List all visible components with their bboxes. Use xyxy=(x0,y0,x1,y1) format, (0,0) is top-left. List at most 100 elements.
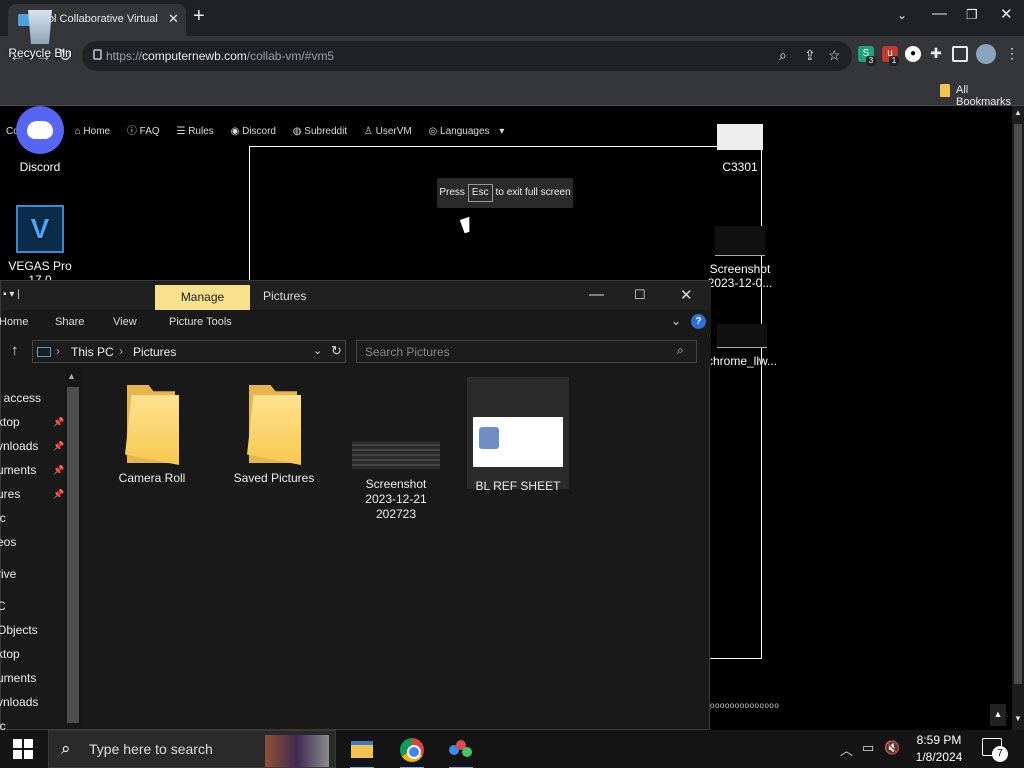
up-arrow-icon[interactable]: ↑ xyxy=(11,342,19,359)
page-scrollbar[interactable]: ▲ ▼ xyxy=(1012,106,1024,730)
extension-ghost-icon[interactable]: ● xyxy=(905,46,921,62)
taskbar-people-app[interactable] xyxy=(443,734,479,768)
search-highlight-icon[interactable] xyxy=(265,735,329,767)
zoom-icon[interactable]: ⌕ xyxy=(779,47,787,64)
tab-close-icon[interactable]: ✕ xyxy=(168,11,179,27)
nav-languages[interactable]: ◎ Languages ▾ xyxy=(429,126,505,137)
file-name: Screenshot 2023-12-21 202723 xyxy=(365,477,427,521)
clock-time: 8:59 PM xyxy=(916,733,962,747)
minimize-icon[interactable]: — xyxy=(932,5,947,22)
windows-start-icon[interactable] xyxy=(13,739,33,759)
taskbar-chrome[interactable] xyxy=(394,734,430,768)
nav-item-documents[interactable]: uments xyxy=(0,671,36,685)
extensions-puzzle-icon[interactable]: ✚ xyxy=(928,45,944,61)
maximize-icon[interactable]: ☐ xyxy=(634,287,646,303)
quick-access-toolbar-icon[interactable]: ▪ ▾ | xyxy=(3,289,20,300)
close-window-icon[interactable]: ✕ xyxy=(1000,5,1013,23)
file-item-bl-ref-sheet[interactable]: BL REF SHEET xyxy=(467,377,569,493)
pin-icon: 📌 xyxy=(53,417,65,427)
nav-discord[interactable]: ◉ Discord xyxy=(231,126,283,137)
tab-manage[interactable]: Manage xyxy=(155,285,250,310)
network-icon[interactable]: ▭ xyxy=(862,740,874,756)
lock-icon[interactable] xyxy=(93,49,102,60)
chevron-up-icon[interactable]: ︿ xyxy=(840,740,853,759)
explorer-search-input[interactable]: Search Pictures ⌕ xyxy=(356,340,697,363)
nav-home[interactable]: ⌂ Home xyxy=(75,126,118,137)
nav-item-pictures[interactable]: ures xyxy=(0,487,20,501)
desktop-icon-vegas-pro[interactable]: V VEGAS Pro 17.0 xyxy=(0,205,80,287)
new-tab-icon[interactable]: + xyxy=(193,5,205,28)
nav-item-documents[interactable]: uments xyxy=(0,463,36,477)
nav-item-downloads[interactable]: vnloads xyxy=(0,695,38,709)
nav-item-desktop[interactable]: ktop xyxy=(0,647,20,661)
nav-item-desktop[interactable]: ktop xyxy=(0,415,20,429)
tab-share[interactable]: Share xyxy=(55,316,84,328)
desktop-icon-discord[interactable]: Discord xyxy=(0,106,80,174)
nav-item-3d-objects[interactable]: Objects xyxy=(0,623,38,637)
desktop-icon-recycle-bin[interactable]: Recycle Bin xyxy=(0,10,80,60)
tab-picture-tools[interactable]: Picture Tools xyxy=(169,316,232,328)
scroll-thumb[interactable] xyxy=(1014,124,1022,684)
scroll-up-button[interactable]: ▲ xyxy=(990,704,1006,726)
nav-scrollbar[interactable]: ▲ xyxy=(65,369,81,727)
tab-search-icon[interactable]: ⌄ xyxy=(897,8,907,22)
close-icon[interactable]: ✕ xyxy=(680,286,693,304)
taskbar-file-explorer[interactable] xyxy=(344,734,380,768)
refresh-icon[interactable]: ↻ xyxy=(331,343,342,359)
nav-rules[interactable]: ☰ Rules xyxy=(176,126,220,137)
all-bookmarks-link[interactable]: All Bookmarks xyxy=(956,84,1024,108)
taskbar-clock[interactable]: 8:59 PM 1/8/2024 xyxy=(906,732,972,766)
breadcrumb-this-pc[interactable]: This PC xyxy=(71,345,114,359)
nav-item-downloads[interactable]: vnloads xyxy=(0,439,38,453)
window-title: Pictures xyxy=(263,289,307,303)
address-bar[interactable]: https://computernewb.com/collab-vm/#vm5 … xyxy=(82,41,852,71)
file-item-saved-pictures[interactable]: Saved Pictures xyxy=(223,381,325,493)
scroll-thumb[interactable] xyxy=(67,387,79,723)
nav-item-onedrive[interactable]: rive xyxy=(0,567,16,581)
tab-home[interactable]: Home xyxy=(0,316,28,328)
browser-tab-strip: Col Collaborative Virtual Ma ✕ + ⌄ — ❐ ✕ xyxy=(0,0,1024,36)
menu-kebab-icon[interactable]: ⋮ xyxy=(1004,45,1020,61)
explorer-address-bar[interactable]: › This PC › Pictures ⌄ ↻ xyxy=(32,340,346,363)
chevron-right-icon[interactable]: › xyxy=(119,344,123,358)
file-explorer-window: ▪ ▾ | Manage Pictures — ☐ ✕ Home Share V… xyxy=(0,280,711,733)
profile-avatar[interactable] xyxy=(976,44,996,64)
file-item-camera-roll[interactable]: Camera Roll xyxy=(101,381,203,493)
nav-faq[interactable]: ⓘ FAQ xyxy=(127,126,167,137)
nav-subreddit[interactable]: ◍ Subreddit xyxy=(293,126,354,137)
desktop-icon-label: Screenshot 2023-12-0... xyxy=(707,262,773,290)
taskbar-search-box[interactable]: ⌕ Type here to search xyxy=(48,730,336,768)
breadcrumb-pictures[interactable]: Pictures xyxy=(133,345,176,359)
nav-item-this-pc[interactable]: C xyxy=(0,599,6,613)
tab-view[interactable]: View xyxy=(113,316,137,328)
share-icon[interactable]: ⇪ xyxy=(804,47,816,64)
ribbon-expand-icon[interactable]: ⌄ xyxy=(671,314,681,328)
folder-icon xyxy=(247,385,301,465)
restore-icon[interactable]: ❐ xyxy=(966,7,978,23)
desktop-icon-c3301[interactable]: C3301 xyxy=(700,124,780,174)
recycle-bin-icon xyxy=(28,10,52,44)
chevron-right-icon[interactable]: › xyxy=(56,344,60,358)
desktop-icon-label: Recycle Bin xyxy=(8,46,72,60)
volume-muted-icon[interactable]: 🔇 xyxy=(884,740,900,756)
chevron-down-icon[interactable]: ⌄ xyxy=(313,344,322,357)
nav-uservm[interactable]: ♙ UserVM xyxy=(364,126,419,137)
help-icon[interactable]: ? xyxy=(691,314,706,329)
screen: Col Collaborative Virtual Ma ✕ + ⌄ — ❐ ✕… xyxy=(0,0,1024,768)
search-icon[interactable]: ⌕ xyxy=(677,343,684,358)
file-item-screenshot[interactable]: Screenshot 2023-12-21 202723 xyxy=(345,381,447,521)
minimize-icon[interactable]: — xyxy=(589,286,604,303)
scroll-up-icon[interactable]: ▲ xyxy=(1012,108,1024,117)
vm-status-text: oooooooooooooo xyxy=(710,701,780,710)
desktop-icon-screenshot[interactable]: Screenshot 2023-12-0... xyxy=(700,226,780,290)
explorer-title-bar[interactable]: ▪ ▾ | Manage Pictures — ☐ ✕ xyxy=(1,281,711,310)
bookmark-star-icon[interactable]: ☆ xyxy=(828,47,841,64)
side-panel-icon[interactable] xyxy=(952,46,968,62)
url-text: https://computernewb.com/collab-vm/#vm5 xyxy=(106,49,335,63)
scroll-up-icon[interactable]: ▲ xyxy=(67,371,76,381)
scroll-down-icon[interactable]: ▼ xyxy=(1012,714,1024,723)
nav-item-videos[interactable]: eos xyxy=(0,535,16,549)
nav-item-quick-access[interactable]: t access xyxy=(0,391,41,405)
nav-item-music[interactable]: ic xyxy=(0,511,6,525)
desktop-icon-chrome-file[interactable]: chrome_llw... xyxy=(700,324,784,368)
